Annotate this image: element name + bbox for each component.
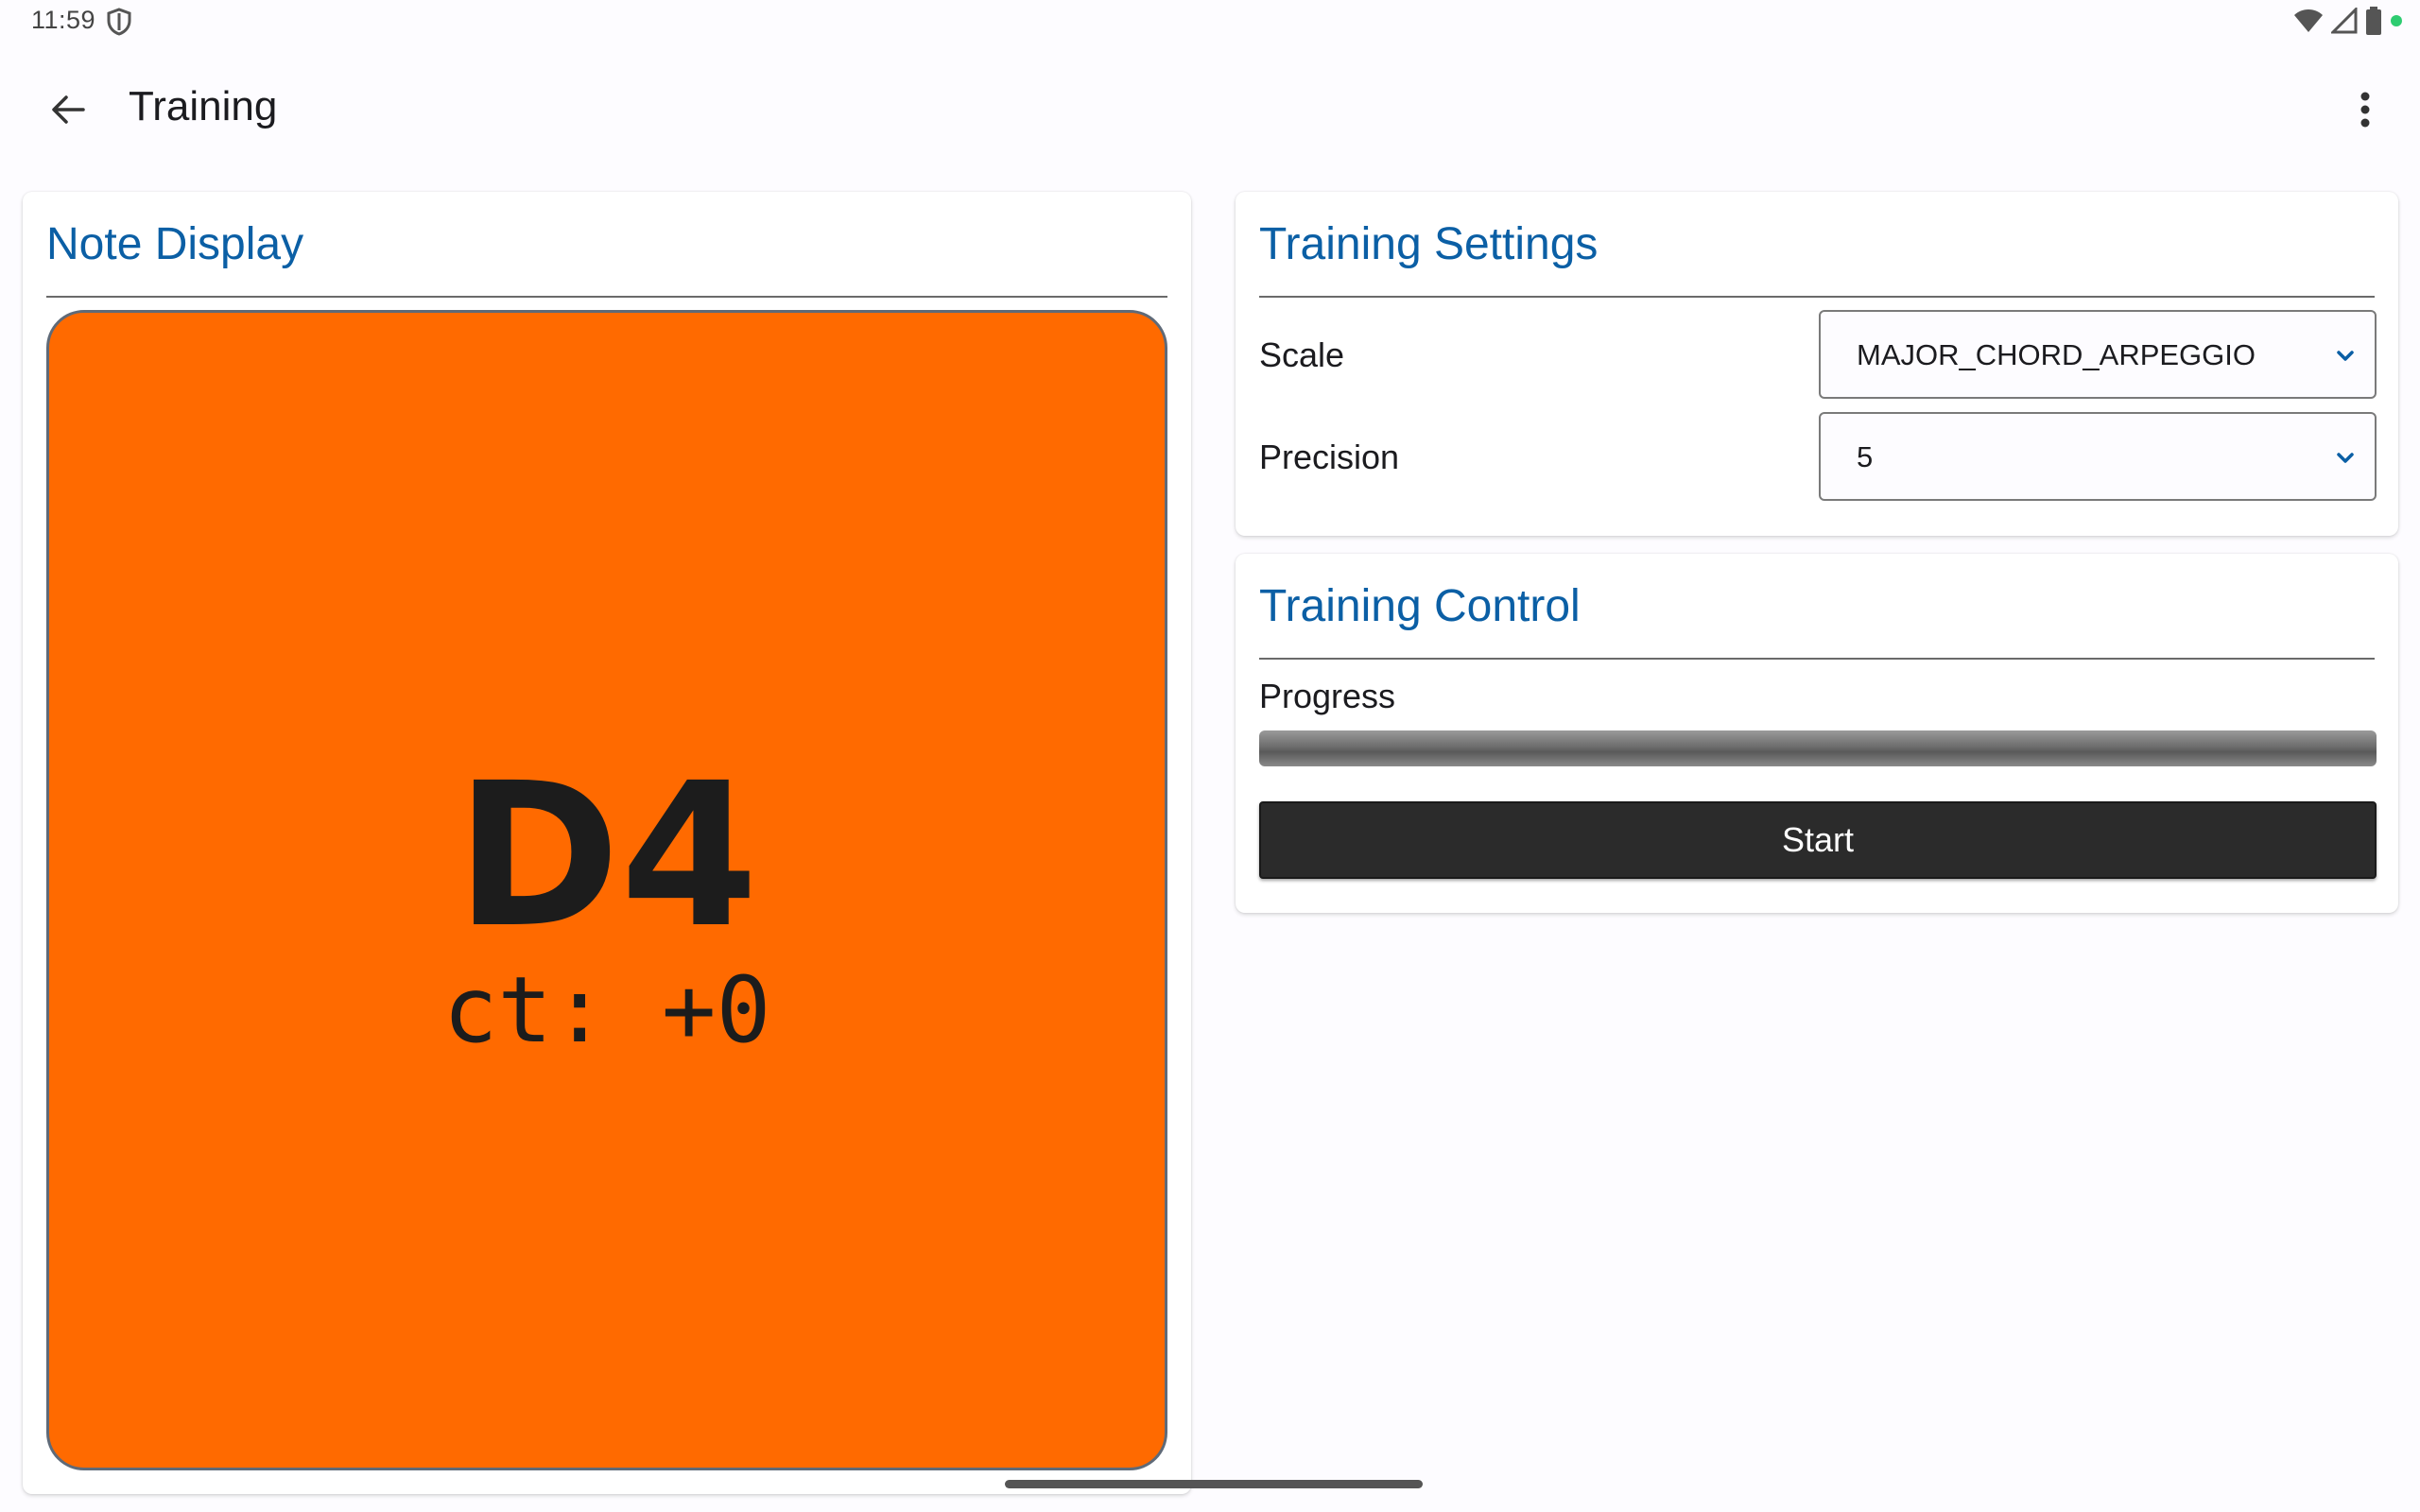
scale-label: Scale [1259, 335, 1345, 374]
note-name: D4 [455, 740, 759, 971]
app-bar: Training [0, 45, 2420, 168]
status-time: 11:59 [31, 6, 96, 34]
note-display-title: Note Display [46, 219, 304, 269]
scale-select-value: MAJOR_CHORD_ARPEGGIO [1857, 338, 2256, 371]
start-button[interactable]: Start [1259, 801, 2377, 879]
divider [1259, 658, 2375, 660]
divider [46, 296, 1167, 298]
progress-bar [1259, 730, 2377, 766]
status-icons [2293, 5, 2403, 40]
progress-label: Progress [1259, 677, 1396, 715]
home-indicator[interactable] [1005, 1480, 1423, 1488]
page-title: Training [129, 83, 278, 129]
overflow-menu-button[interactable] [2339, 83, 2392, 140]
battery-icon [2365, 6, 2382, 40]
training-control-card: Training Control Progress Start [1236, 554, 2398, 913]
chevron-down-icon [2333, 344, 2358, 369]
precision-label: Precision [1259, 438, 1400, 476]
wifi-icon [2293, 8, 2324, 39]
shield-icon [106, 8, 132, 36]
training-settings-title: Training Settings [1259, 219, 1599, 269]
notification-dot-icon [2390, 14, 2403, 32]
divider [1259, 296, 2375, 298]
status-bar: 11:59 [0, 0, 2420, 45]
more-vert-icon [2360, 91, 2371, 133]
chevron-down-icon [2333, 446, 2358, 471]
training-settings-card: Training Settings Scale MAJOR_CHORD_ARPE… [1236, 192, 2398, 536]
back-button[interactable] [42, 85, 95, 138]
cell-signal-icon [2329, 5, 2358, 39]
scale-select[interactable]: MAJOR_CHORD_ARPEGGIO [1819, 310, 2377, 399]
precision-select[interactable]: 5 [1819, 412, 2377, 501]
note-display-box: D4 ct: +0 [46, 310, 1167, 1470]
precision-select-value: 5 [1857, 440, 1874, 473]
note-cents: ct: +0 [442, 957, 771, 1063]
training-control-title: Training Control [1259, 581, 1581, 631]
note-display-card: Note Display D4 ct: +0 [23, 192, 1191, 1494]
arrow-left-icon [49, 91, 87, 133]
